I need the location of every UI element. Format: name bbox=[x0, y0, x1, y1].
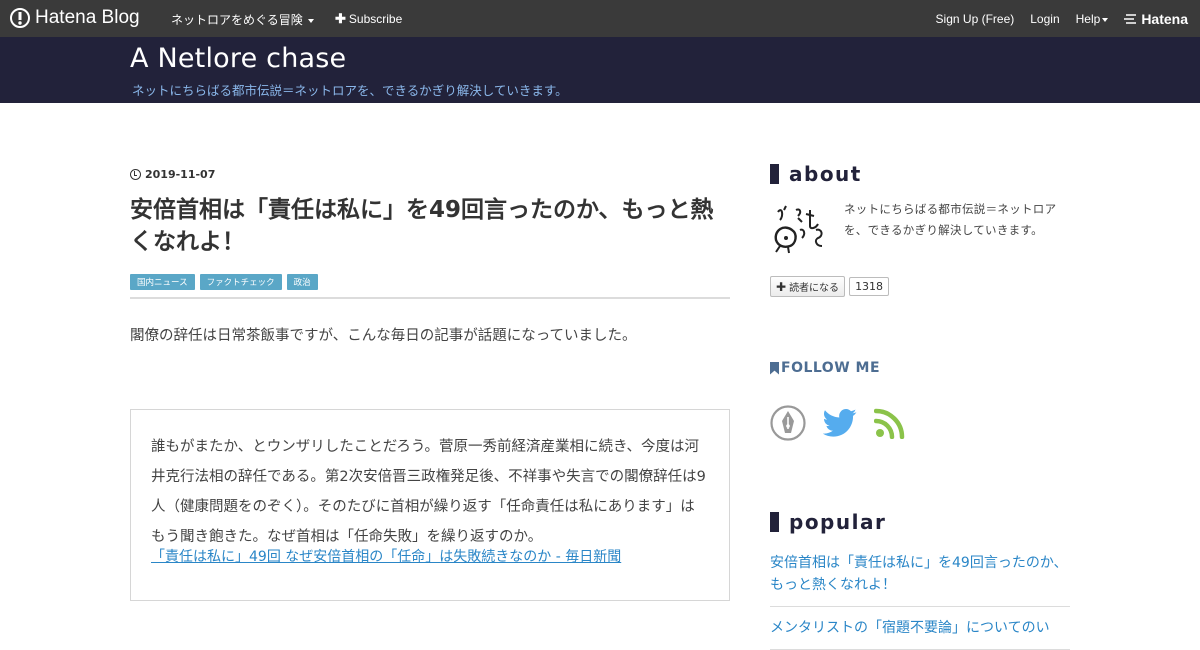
blog-title[interactable]: A Netlore chase bbox=[130, 43, 346, 74]
entry-date-text: 2019-11-07 bbox=[145, 168, 216, 181]
author-avatar[interactable] bbox=[770, 200, 830, 256]
hatena-link[interactable]: Hatena bbox=[1124, 11, 1188, 27]
popular-heading-text: popular bbox=[789, 510, 887, 534]
reader-subscribe: ✚ 読者になる 1318 bbox=[770, 276, 890, 297]
entry-categories: 国内ニュース ファクトチェック 政治 bbox=[130, 274, 318, 290]
logo-text: Hatena Blog bbox=[35, 7, 140, 28]
follow-heading-text: FOLLOW ME bbox=[781, 360, 881, 376]
popular-list: 安倍首相は「責任は私に」を49回言ったのか、もっと熱くなれよ！ メンタリストの「… bbox=[770, 552, 1070, 650]
subscribe-button[interactable]: ✚ Subscribe bbox=[335, 11, 402, 27]
blog-menu-label: ネットロアをめぐる冒険 bbox=[171, 13, 303, 27]
help-menu[interactable]: Help bbox=[1076, 12, 1109, 26]
clock-icon bbox=[130, 169, 141, 180]
plus-icon: ✚ bbox=[335, 11, 346, 26]
heading-bar bbox=[770, 164, 779, 184]
help-label: Help bbox=[1075, 12, 1101, 26]
plus-icon: ✚ bbox=[776, 279, 787, 294]
quote-source-link[interactable]: 「責任は私に」49回 なぜ安倍首相の「任命」は失敗続きなのか - 毎日新聞 bbox=[151, 547, 709, 567]
hatena-blog-logo[interactable]: Hatena Blog bbox=[10, 7, 140, 29]
blog-menu[interactable]: ネットロアをめぐる冒険 bbox=[171, 11, 314, 28]
signup-link[interactable]: Sign Up (Free) bbox=[936, 12, 1015, 26]
category-tag[interactable]: 国内ニュース bbox=[130, 274, 195, 290]
global-nav: Sign Up (Free) Login Help Hatena bbox=[936, 11, 1188, 27]
bookmark-icon bbox=[770, 361, 779, 375]
rss-icon[interactable] bbox=[874, 407, 906, 439]
blog-description: ネットにちらばる都市伝説＝ネットロアを、できるかぎり解決していきます。 bbox=[132, 83, 568, 98]
heading-bar bbox=[770, 512, 779, 532]
login-link[interactable]: Login bbox=[1030, 12, 1059, 26]
chevron-down-icon bbox=[1102, 18, 1109, 22]
follow-heading: FOLLOW ME bbox=[770, 360, 880, 376]
popular-heading: popular bbox=[770, 510, 886, 534]
entry-date[interactable]: 2019-11-07 bbox=[130, 168, 215, 181]
quote-text: 誰もがまたか、とウンザリしたことだろう。菅原一秀前経済産業相に続き、今度は河井克… bbox=[151, 439, 706, 545]
global-header: Hatena Blog ネットロアをめぐる冒険 ✚ Subscribe Sign… bbox=[0, 0, 1200, 37]
popular-item[interactable]: 安倍首相は「責任は私に」を49回言ったのか、もっと熱くなれよ！ bbox=[770, 552, 1070, 607]
category-tag[interactable]: ファクトチェック bbox=[199, 274, 282, 290]
hatena-logo-icon bbox=[10, 8, 30, 28]
reader-count: 1318 bbox=[849, 277, 890, 296]
become-reader-label: 読者になる bbox=[789, 283, 840, 294]
chevron-down-icon bbox=[307, 18, 314, 23]
entry-lead: 閣僚の辞任は日常茶飯事ですが、こんな毎日の記事が話題になっていました。 bbox=[130, 328, 637, 344]
subscribe-label: Subscribe bbox=[348, 12, 403, 26]
about-heading: about bbox=[770, 162, 862, 186]
category-tag[interactable]: 政治 bbox=[286, 274, 318, 290]
entry-title[interactable]: 安倍首相は「責任は私に」を49回言ったのか、もっと熱くなれよ！ bbox=[130, 194, 730, 258]
blockquote: 誰もがまたか、とウンザリしたことだろう。菅原一秀前経済産業相に続き、今度は河井克… bbox=[130, 409, 730, 601]
hatena-pen-icon[interactable] bbox=[770, 405, 806, 441]
about-heading-text: about bbox=[789, 162, 862, 186]
follow-icons bbox=[770, 405, 906, 441]
twitter-icon[interactable] bbox=[823, 408, 857, 438]
hatena-stripes-icon bbox=[1124, 14, 1137, 24]
hatena-label: Hatena bbox=[1141, 11, 1188, 27]
about-text: ネットにちらばる都市伝説＝ネットロアを、できるかぎり解決していきます。 bbox=[844, 202, 1057, 237]
become-reader-button[interactable]: ✚ 読者になる bbox=[770, 276, 846, 297]
popular-item[interactable]: メンタリストの「宿題不要論」についてのい bbox=[770, 607, 1070, 650]
title-divider bbox=[130, 297, 730, 299]
blog-header: A Netlore chase ネットにちらばる都市伝説＝ネットロアを、できるか… bbox=[0, 37, 1200, 103]
